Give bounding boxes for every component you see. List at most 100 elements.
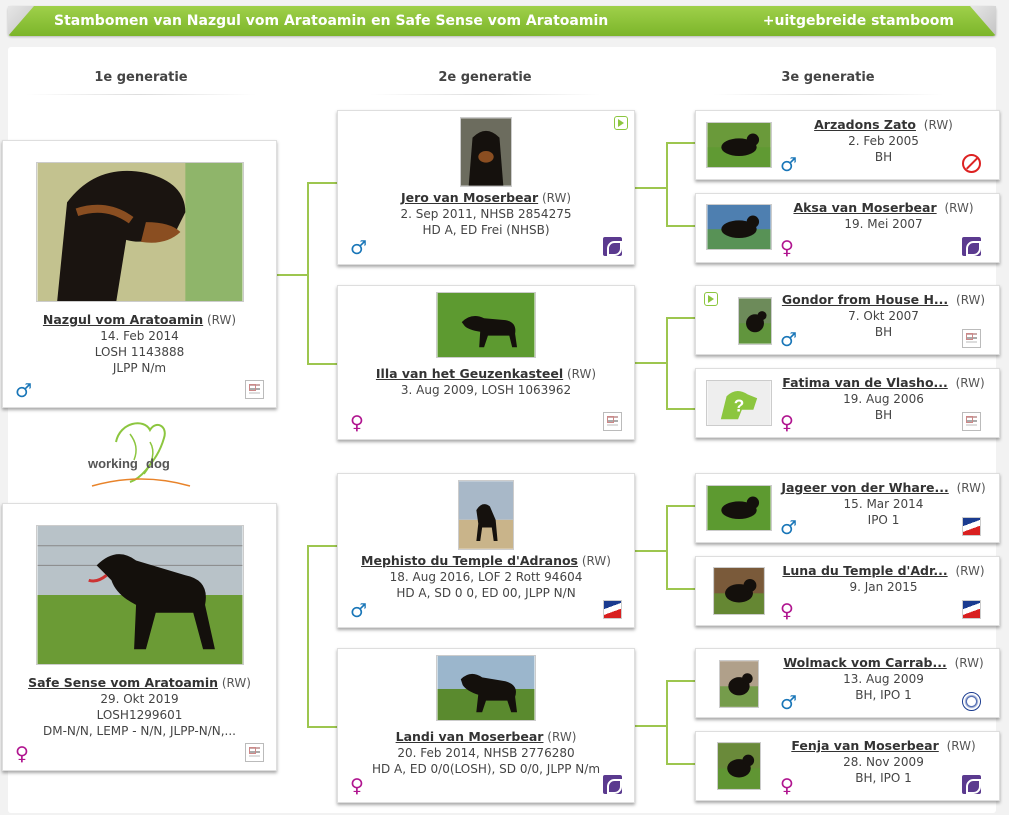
- dog-photo[interactable]: [436, 655, 536, 721]
- gen2-card-1[interactable]: Jero van Moserbear (RW) 2. Sep 2011, NHS…: [337, 110, 635, 265]
- dog-health-info: HD A, ED 0/0(LOSH), SD 0/0, JLPP N/m: [371, 762, 601, 776]
- gen3-card-5[interactable]: Jageer von der Whare... (RW) 15. Mar 201…: [695, 473, 1000, 543]
- video-play-icon[interactable]: [614, 116, 628, 130]
- document-icon[interactable]: [245, 380, 264, 399]
- purple-club-icon[interactable]: [962, 775, 981, 794]
- connector-line: [307, 182, 337, 184]
- dog-birth-date: 14. Feb 2014: [100, 329, 179, 343]
- generation-2-title: 2e generatie: [370, 70, 600, 95]
- dog-name-link[interactable]: Arzadons Zato: [814, 117, 916, 132]
- male-icon: ♂: [780, 329, 798, 351]
- dog-photo[interactable]: [706, 204, 772, 250]
- dog-birth-reg: 20. Feb 2014, NHSB 2776280: [397, 746, 575, 760]
- dog-name-link[interactable]: Luna du Temple d'Adr...: [782, 563, 947, 578]
- document-icon[interactable]: [962, 329, 981, 348]
- gen3-card-6[interactable]: Luna du Temple d'Adr... (RW) 9. Jan 2015…: [695, 556, 1000, 626]
- no-entry-icon[interactable]: [962, 154, 981, 173]
- document-icon[interactable]: [962, 412, 981, 431]
- dog-photo[interactable]: [713, 567, 765, 615]
- flag-club-icon[interactable]: [603, 600, 622, 619]
- dog-name-link[interactable]: Fatima van de Vlasho...: [782, 375, 948, 390]
- male-icon: ♂: [350, 237, 368, 259]
- dog-info-line: 7. Okt 2007: [848, 309, 919, 323]
- dog-photo[interactable]: [719, 660, 759, 708]
- video-play-icon[interactable]: [704, 292, 718, 306]
- purple-club-icon[interactable]: [603, 775, 622, 794]
- document-icon[interactable]: [245, 743, 264, 762]
- dog-birth-reg: 3. Aug 2009, LOSH 1063962: [400, 383, 572, 397]
- flag-club-icon[interactable]: [962, 517, 981, 536]
- dog-reg-number: LOSH 1143888: [94, 345, 185, 359]
- logo-word-working: working: [87, 456, 138, 471]
- generation-3-title: 3e generatie: [713, 70, 943, 95]
- dog-info-line: BH: [874, 150, 893, 164]
- connector-line: [666, 680, 695, 682]
- dog-name-link[interactable]: Aksa van Moserbear: [793, 200, 936, 215]
- dog-name-link[interactable]: Safe Sense vom Aratoamin: [28, 675, 218, 690]
- dog-photo[interactable]: [706, 122, 772, 168]
- dog-info-line: 13. Aug 2009: [843, 672, 924, 686]
- dog-photo[interactable]: [738, 297, 772, 345]
- connector-line: [307, 545, 337, 547]
- connector-line: [666, 142, 695, 144]
- dog-info-line: BH: [874, 325, 893, 339]
- header-fold-right: [970, 6, 996, 36]
- dog-name-link[interactable]: Jero van Moserbear: [401, 190, 538, 205]
- dog-name-link[interactable]: Fenja van Moserbear: [791, 738, 938, 753]
- dog-registry: (RW): [946, 739, 976, 753]
- connector-line: [666, 505, 668, 590]
- dog-info-line: BH, IPO 1: [855, 771, 912, 785]
- dog-name-link[interactable]: Landi van Moserbear: [396, 729, 544, 744]
- circle-club-icon[interactable]: [962, 692, 981, 711]
- gen3-card-2[interactable]: Aksa van Moserbear (RW) 19. Mei 2007 ♀: [695, 193, 1000, 263]
- purple-club-icon[interactable]: [603, 237, 622, 256]
- connector-line: [307, 545, 309, 728]
- connector-line: [277, 274, 308, 276]
- document-icon[interactable]: [603, 412, 622, 431]
- gen1-card-sire[interactable]: Nazgul vom Aratoamin (RW) 14. Feb 2014 L…: [2, 140, 277, 408]
- male-icon: ♂: [780, 517, 798, 539]
- connector-line: [635, 362, 667, 364]
- dog-registry: (RW): [955, 376, 985, 390]
- connector-line: [307, 363, 337, 365]
- gen3-card-4[interactable]: ? Fatima van de Vlasho... (RW) 19. Aug 2…: [695, 368, 1000, 438]
- dog-photo[interactable]: [460, 117, 512, 187]
- dog-name-line: Illa van het Geuzenkasteel (RW): [338, 366, 634, 382]
- dog-name-line: Aksa van Moserbear (RW): [780, 200, 987, 216]
- placeholder-question-icon[interactable]: ?: [706, 380, 772, 426]
- extended-pedigree-link[interactable]: +uitgebreide stamboom: [763, 13, 954, 29]
- working-dog-logo: working dog: [87, 422, 191, 487]
- dog-name-link[interactable]: Mephisto du Temple d'Adranos: [361, 553, 578, 568]
- header-fold-left: [8, 6, 34, 36]
- dog-photo[interactable]: [436, 292, 536, 358]
- gen3-card-8[interactable]: Fenja van Moserbear (RW) 28. Nov 2009 BH,…: [695, 731, 1000, 801]
- dog-photo[interactable]: [35, 525, 244, 665]
- connector-line: [307, 726, 337, 728]
- dog-photo[interactable]: [706, 485, 772, 531]
- connector-line: [666, 680, 668, 765]
- connector-line: [666, 317, 668, 410]
- gen2-card-3[interactable]: Mephisto du Temple d'Adranos (RW) 18. Au…: [337, 473, 635, 628]
- female-icon: ♀: [350, 775, 364, 797]
- dog-photo[interactable]: [458, 480, 514, 550]
- dog-photo[interactable]: [717, 742, 761, 790]
- dog-registry: (RW): [206, 313, 237, 327]
- dog-name-link[interactable]: Nazgul vom Aratoamin: [43, 312, 203, 327]
- dog-name-link[interactable]: Wolmack vom Carrab...: [783, 655, 946, 670]
- gen3-card-7[interactable]: Wolmack vom Carrab... (RW) 13. Aug 2009 B…: [695, 648, 1000, 718]
- dog-name-link[interactable]: Gondor from House H...: [782, 292, 948, 307]
- dog-photo[interactable]: [35, 162, 244, 302]
- dog-name-link[interactable]: Jageer von der Whare...: [781, 480, 948, 495]
- dog-health-info: HD A, SD 0 0, ED 00, JLPP N/N: [396, 586, 576, 600]
- gen2-card-4[interactable]: Landi van Moserbear (RW) 20. Feb 2014, N…: [337, 648, 635, 803]
- connector-line: [666, 505, 695, 507]
- gen1-card-dam[interactable]: Safe Sense vom Aratoamin (RW) 29. Okt 20…: [2, 503, 277, 771]
- gen2-card-2[interactable]: Illa van het Geuzenkasteel (RW) 3. Aug 2…: [337, 285, 635, 440]
- gen3-card-1[interactable]: Arzadons Zato (RW) 2. Feb 2005 BH ♂: [695, 110, 1000, 180]
- purple-club-icon[interactable]: [962, 237, 981, 256]
- dog-info-line: 19. Mei 2007: [844, 217, 923, 231]
- dog-name-link[interactable]: Illa van het Geuzenkasteel: [376, 366, 563, 381]
- dog-info-line: BH: [874, 408, 893, 422]
- gen3-card-3[interactable]: Gondor from House H... (RW) 7. Okt 2007 B…: [695, 285, 1000, 355]
- flag-club-icon[interactable]: [962, 600, 981, 619]
